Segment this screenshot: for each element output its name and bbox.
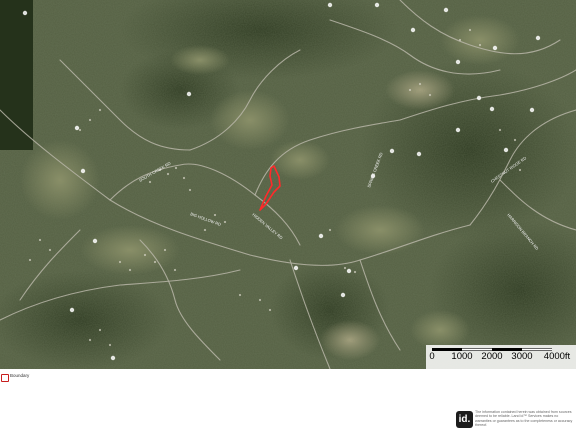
satellite-map[interactable]: SOUTH CREEK RD BIG HOLLOW RD HIDDEN VALL… <box>0 0 576 369</box>
boundary-swatch-icon <box>1 374 9 382</box>
scale-tick-label: 0 <box>429 351 435 362</box>
legend-boundary-label: Boundary <box>10 373 30 378</box>
scale-tick-label: 2000 <box>481 351 503 362</box>
scale-tick-label: 3000 <box>511 351 533 362</box>
scale-bar: 0 1000 2000 3000 4000ft <box>426 345 576 369</box>
brand-logo: id. <box>456 411 473 428</box>
scale-tick-label: 1000 <box>451 351 473 362</box>
disclaimer-text: The information contained herein was obt… <box>475 410 573 428</box>
map-imagery: SOUTH CREEK RD BIG HOLLOW RD HIDDEN VALL… <box>0 0 576 369</box>
scale-tick-label: 4000ft <box>543 351 571 362</box>
